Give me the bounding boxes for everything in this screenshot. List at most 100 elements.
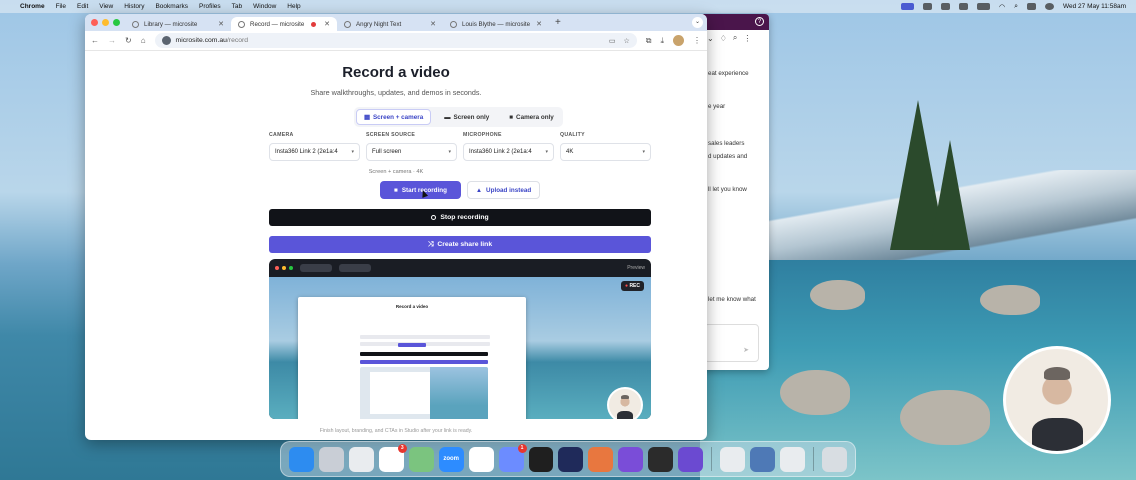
screen-source-select[interactable]: Full screen ▾ bbox=[366, 143, 457, 161]
address-bar[interactable]: microsite.com.au/record ▭ ☆ bbox=[154, 33, 637, 48]
globe-icon[interactable] bbox=[648, 446, 674, 472]
reload-icon[interactable]: ↻ bbox=[125, 36, 132, 45]
menu-profiles[interactable]: Profiles bbox=[199, 3, 221, 10]
profile-avatar[interactable] bbox=[673, 35, 684, 46]
menu-clock[interactable]: Wed 27 May 11:58am bbox=[1063, 3, 1126, 10]
chatgpt-icon[interactable] bbox=[468, 446, 494, 472]
chevron-down-icon: ▾ bbox=[448, 149, 451, 155]
chrome-icon-2[interactable] bbox=[720, 446, 746, 472]
siri-icon[interactable] bbox=[1045, 3, 1054, 10]
tab-label: Library — microsite bbox=[144, 20, 198, 28]
webcam-overlay-bubble[interactable] bbox=[1003, 346, 1111, 454]
close-icon[interactable]: ✕ bbox=[536, 20, 542, 28]
obsidian-icon[interactable] bbox=[678, 446, 704, 472]
camera-select[interactable]: Insta360 Link 2 (2e1a:4 ▾ bbox=[269, 143, 360, 161]
recording-status-icon[interactable] bbox=[900, 3, 914, 10]
minimize-window-button[interactable] bbox=[102, 19, 109, 26]
chrome-icon[interactable] bbox=[348, 446, 374, 472]
claude-icon[interactable] bbox=[588, 446, 614, 472]
tab-library[interactable]: Library — microsite ✕ bbox=[125, 17, 231, 31]
capture-mode-selector: ▦ Screen + camera ▬ Screen only ■ Camera on… bbox=[354, 107, 563, 127]
menu-help[interactable]: Help bbox=[287, 3, 300, 10]
chrome-icon-3[interactable] bbox=[780, 446, 805, 472]
more-icon[interactable]: ⋮ bbox=[743, 34, 751, 43]
recording-preview: Preview Record a video ● REC bbox=[269, 259, 651, 419]
wifi-icon[interactable]: ◠ bbox=[999, 3, 1005, 11]
cursor-icon[interactable] bbox=[528, 446, 554, 472]
wallpaper-rock bbox=[780, 370, 850, 415]
maximize-window-button[interactable] bbox=[113, 19, 120, 26]
bell-icon[interactable]: ♢ bbox=[720, 34, 727, 43]
chevron-down-icon[interactable]: ⌄ bbox=[707, 34, 714, 43]
zoom-icon[interactable]: zoom bbox=[438, 446, 464, 472]
send-icon[interactable]: ➤ bbox=[743, 346, 749, 354]
dock: 3 zoom 1 bbox=[280, 441, 856, 477]
close-window-button[interactable] bbox=[91, 19, 98, 26]
close-icon[interactable]: ✕ bbox=[324, 20, 330, 28]
preview-screen-capture: Record a video bbox=[269, 277, 651, 419]
battery-icon[interactable] bbox=[976, 3, 990, 10]
close-icon[interactable]: ✕ bbox=[430, 20, 436, 28]
tab-search-chevron-icon[interactable]: ⌄ bbox=[692, 17, 703, 28]
page-footer-hint: Finish layout, branding, and CTAs in Stu… bbox=[319, 428, 473, 434]
menu-window[interactable]: Window bbox=[253, 3, 276, 10]
mode-screen-only[interactable]: ▬ Screen only bbox=[437, 109, 496, 125]
new-tab-button[interactable]: + bbox=[555, 17, 561, 28]
menu-view[interactable]: View bbox=[99, 3, 113, 10]
tab-favicon bbox=[450, 20, 457, 28]
cast-icon[interactable]: ▭ bbox=[609, 37, 616, 45]
download-icon[interactable]: ⤓ bbox=[660, 36, 664, 46]
site-info-icon[interactable] bbox=[161, 36, 171, 45]
menu-file[interactable]: File bbox=[56, 3, 66, 10]
menu-tab[interactable]: Tab bbox=[232, 3, 242, 10]
chat-message-text: sales leaders bbox=[708, 140, 745, 147]
tab-favicon bbox=[238, 20, 245, 28]
menu-edit[interactable]: Edit bbox=[77, 3, 88, 10]
finder-icon[interactable] bbox=[289, 446, 314, 472]
video-icon: ■ bbox=[509, 113, 514, 121]
microphone-select[interactable]: Insta360 Link 2 (2e1a:4 ▾ bbox=[463, 143, 554, 161]
close-icon[interactable]: ✕ bbox=[218, 20, 224, 28]
camera-label: CAMERA bbox=[269, 132, 294, 138]
mode-camera-only[interactable]: ■ Camera only bbox=[502, 109, 561, 125]
upload-instead-button[interactable]: ▲ Upload instead bbox=[467, 181, 540, 199]
messenger-icon[interactable]: 1 bbox=[498, 443, 527, 472]
menu-app-name[interactable]: Chrome bbox=[20, 3, 45, 10]
tab-record[interactable]: Record — microsite ✕ bbox=[231, 17, 337, 31]
stop-recording-button[interactable]: Stop recording bbox=[269, 209, 651, 226]
tab-angry-night[interactable]: Angry Night Text ✕ bbox=[337, 17, 443, 31]
forward-icon[interactable]: → bbox=[108, 36, 116, 45]
control-center-icon[interactable] bbox=[1027, 3, 1036, 10]
launchpad-icon[interactable] bbox=[318, 446, 344, 472]
help-icon[interactable]: ? bbox=[755, 17, 764, 26]
search-icon[interactable]: ⌕ bbox=[1014, 3, 1018, 11]
back-icon[interactable]: ← bbox=[91, 36, 99, 45]
slack-icon[interactable]: 3 bbox=[378, 443, 407, 472]
terminal-icon[interactable] bbox=[558, 446, 584, 472]
rec-badge: ● REC bbox=[621, 281, 644, 291]
mode-screen-camera[interactable]: ▦ Screen + camera bbox=[356, 109, 432, 125]
github-icon[interactable] bbox=[618, 446, 644, 472]
chat-window-header: ? bbox=[700, 14, 769, 30]
background-chat-window[interactable]: ? ⌄ ♢ ⌕ ⋮ eat experience e year sales le… bbox=[700, 14, 769, 370]
menu-kebab-icon[interactable]: ⋮ bbox=[693, 36, 701, 45]
trash-icon[interactable] bbox=[821, 446, 847, 472]
bookmark-star-icon[interactable]: ☆ bbox=[623, 37, 629, 45]
create-share-link-button[interactable]: ⤨ Create share link bbox=[269, 236, 651, 253]
tray-icon[interactable] bbox=[940, 3, 950, 10]
dock-separator bbox=[711, 447, 713, 471]
tab-louis-blythe[interactable]: Louis Blythe — microsite ✕ bbox=[443, 17, 549, 31]
menu-bookmarks[interactable]: Bookmarks bbox=[155, 3, 188, 10]
tray-icon[interactable] bbox=[958, 3, 968, 10]
window-controls bbox=[91, 19, 120, 26]
chevron-down-icon: ▾ bbox=[545, 149, 548, 155]
chat-composer[interactable] bbox=[704, 324, 759, 362]
quality-select[interactable]: 4K ▾ bbox=[560, 143, 651, 161]
home-icon[interactable]: ⌂ bbox=[141, 36, 146, 45]
preview-icon[interactable] bbox=[750, 446, 775, 472]
maps-icon[interactable] bbox=[408, 446, 434, 472]
menu-history[interactable]: History bbox=[124, 3, 144, 10]
search-icon[interactable]: ⌕ bbox=[733, 33, 737, 43]
tray-icon[interactable] bbox=[922, 3, 932, 10]
extensions-icon[interactable]: ⧉ bbox=[646, 36, 652, 46]
